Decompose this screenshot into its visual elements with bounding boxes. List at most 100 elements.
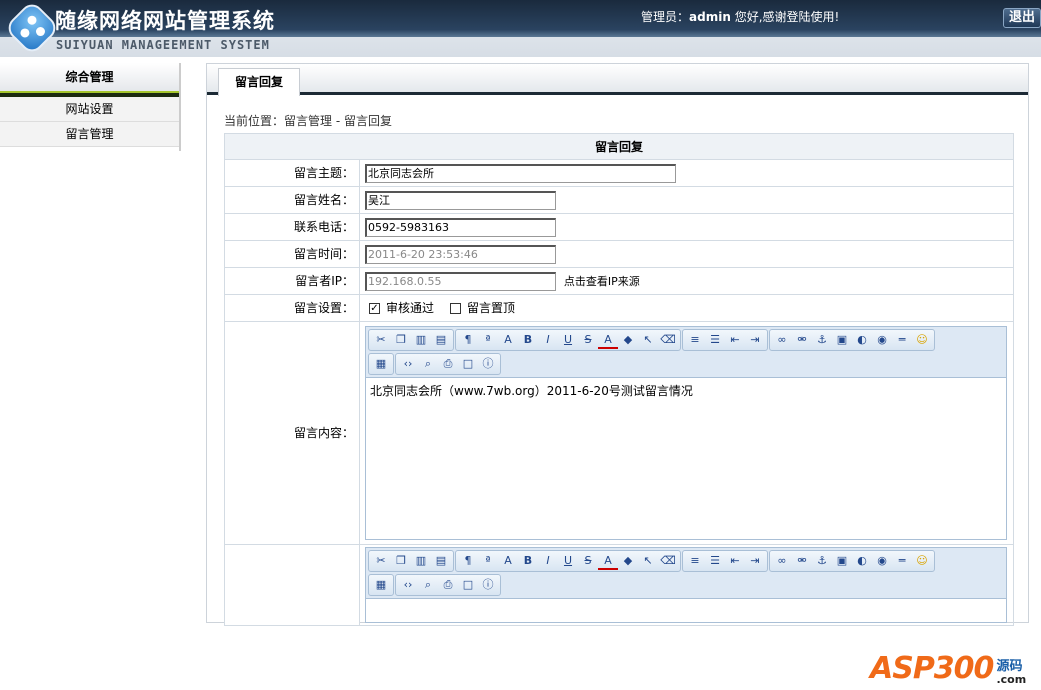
font-color-icon[interactable]: A xyxy=(598,331,618,349)
toolbar-group: ¶ ª A B I U S A ◆ ↖ ⌫ xyxy=(455,550,681,572)
table-icon[interactable]: ▦ xyxy=(371,576,391,594)
eraser-icon[interactable]: ⌫ xyxy=(658,331,678,349)
link-icon[interactable]: ∞ xyxy=(772,552,792,570)
preview-icon[interactable]: ⌕ xyxy=(418,576,438,594)
horizontal-rule-icon[interactable]: ═ xyxy=(892,331,912,349)
unlink-icon[interactable]: ⚮ xyxy=(792,552,812,570)
ip-lookup-link[interactable]: 点击查看IP来源 xyxy=(564,275,640,288)
outdent-icon[interactable]: ⇤ xyxy=(725,331,745,349)
source-icon[interactable]: ‹› xyxy=(398,576,418,594)
fullscreen-icon[interactable]: □ xyxy=(458,576,478,594)
italic-icon[interactable]: I xyxy=(538,552,558,570)
approved-checkbox[interactable]: ✓ xyxy=(369,303,380,314)
toolbar-group: ✂ ❐ ▥ ▤ xyxy=(368,550,454,572)
anchor-icon[interactable]: ⚓ xyxy=(812,331,832,349)
table-icon[interactable]: ▦ xyxy=(371,355,391,373)
toolbar-group: ≡ ☰ ⇤ ⇥ xyxy=(682,550,768,572)
emoticon-icon[interactable]: ☺ xyxy=(912,331,932,349)
content-textarea[interactable]: 北京同志会所（www.7wb.org）2011-6-20号测试留言情况 xyxy=(366,377,1006,539)
unlink-icon[interactable]: ⚮ xyxy=(792,331,812,349)
strikethrough-icon[interactable]: S xyxy=(578,552,598,570)
paste-text-icon[interactable]: ▤ xyxy=(431,552,451,570)
preview-icon[interactable]: ⌕ xyxy=(418,355,438,373)
paste-icon[interactable]: ▥ xyxy=(411,331,431,349)
editor-toolbar: ✂ ❐ ▥ ▤ ¶ ª A B I U S A ◆ ↖ ⌫ ≡ ☰ ⇤ ⇥ ∞ ⚮ ⚓ ▣ ◐ ◉ ═ ☺ ▦ ‹› ⌕ ⎙ □ ⓘ xyxy=(366,548,1006,598)
underline-icon[interactable]: U xyxy=(558,552,578,570)
highlight-icon[interactable]: ◆ xyxy=(618,331,638,349)
paste-text-icon[interactable]: ▤ xyxy=(431,331,451,349)
name-input[interactable]: 吴江 xyxy=(365,190,556,210)
breadcrumb: 当前位置：留言管理 - 留言回复 xyxy=(224,114,392,128)
copy-icon[interactable]: ❐ xyxy=(391,552,411,570)
main-panel: 留言回复 当前位置：留言管理 - 留言回复 留言回复 留言主题： 北京同志会所 留… xyxy=(206,63,1029,626)
pinned-checkbox[interactable] xyxy=(450,303,462,314)
font-name-icon[interactable]: ª xyxy=(478,552,498,570)
about-icon[interactable]: ⓘ xyxy=(478,576,498,594)
phone-input[interactable]: 0592-5983163 xyxy=(365,217,556,237)
app-subtitle: SUIYUAN MANAGEEMENT SYSTEM xyxy=(56,38,270,52)
time-input[interactable]: 2011-6-20 23:53:46 xyxy=(365,244,556,264)
header: 随缘网络网站管理系统 SUIYUAN MANAGEEMENT SYSTEM 管理… xyxy=(0,0,1041,57)
print-icon[interactable]: ⎙ xyxy=(438,355,458,373)
toolbar-group: ¶ ª A B I U S A ◆ ↖ ⌫ xyxy=(455,329,681,351)
align-icon[interactable]: ≡ xyxy=(685,331,705,349)
tab-message-reply[interactable]: 留言回复 xyxy=(218,68,300,96)
underline-icon[interactable]: U xyxy=(558,331,578,349)
link-icon[interactable]: ∞ xyxy=(772,331,792,349)
toolbar-group: ≡ ☰ ⇤ ⇥ xyxy=(682,329,768,351)
emoticon-icon[interactable]: ☺ xyxy=(912,552,932,570)
ip-input[interactable]: 192.168.0.55 xyxy=(365,271,556,291)
select-icon[interactable]: ↖ xyxy=(638,331,658,349)
fullscreen-icon[interactable]: □ xyxy=(458,355,478,373)
brand-cn: 源码 xyxy=(996,659,1023,674)
flash-icon[interactable]: ◐ xyxy=(852,552,872,570)
cut-icon[interactable]: ✂ xyxy=(371,552,391,570)
image-icon[interactable]: ▣ xyxy=(832,331,852,349)
media-icon[interactable]: ◉ xyxy=(872,331,892,349)
copy-icon[interactable]: ❐ xyxy=(391,331,411,349)
select-icon[interactable]: ↖ xyxy=(638,552,658,570)
sidebar-item-messages[interactable]: 留言管理 xyxy=(0,122,179,147)
eraser-icon[interactable]: ⌫ xyxy=(658,552,678,570)
image-icon[interactable]: ▣ xyxy=(832,552,852,570)
highlight-icon[interactable]: ◆ xyxy=(618,552,638,570)
align-icon[interactable]: ≡ xyxy=(685,552,705,570)
font-size-icon[interactable]: A xyxy=(498,331,518,349)
indent-icon[interactable]: ⇥ xyxy=(745,552,765,570)
form-heading: 留言回复 xyxy=(224,133,1014,160)
about-icon[interactable]: ⓘ xyxy=(478,355,498,373)
paste-icon[interactable]: ▥ xyxy=(411,552,431,570)
ip-label: 留言者IP： xyxy=(224,267,360,295)
cut-icon[interactable]: ✂ xyxy=(371,331,391,349)
strikethrough-icon[interactable]: S xyxy=(578,331,598,349)
font-size-icon[interactable]: A xyxy=(498,552,518,570)
horizontal-rule-icon[interactable]: ═ xyxy=(892,552,912,570)
bold-icon[interactable]: B xyxy=(518,552,538,570)
bold-icon[interactable]: B xyxy=(518,331,538,349)
content-label: 留言内容： xyxy=(224,321,360,545)
list-icon[interactable]: ☰ xyxy=(705,552,725,570)
print-icon[interactable]: ⎙ xyxy=(438,576,458,594)
sidebar-item-site-settings[interactable]: 网站设置 xyxy=(0,97,179,122)
welcome-text: 管理员：admin 您好,感谢登陆使用! xyxy=(641,10,839,24)
paragraph-icon[interactable]: ¶ xyxy=(458,331,478,349)
paragraph-icon[interactable]: ¶ xyxy=(458,552,478,570)
italic-icon[interactable]: I xyxy=(538,331,558,349)
font-name-icon[interactable]: ª xyxy=(478,331,498,349)
media-icon[interactable]: ◉ xyxy=(872,552,892,570)
anchor-icon[interactable]: ⚓ xyxy=(812,552,832,570)
sidebar: 综合管理 网站设置 留言管理 xyxy=(0,63,181,151)
subject-input[interactable]: 北京同志会所 xyxy=(365,163,676,183)
source-icon[interactable]: ‹› xyxy=(398,355,418,373)
flash-icon[interactable]: ◐ xyxy=(852,331,872,349)
brand-domain: .com xyxy=(996,673,1027,686)
reply-form: 留言回复 留言主题： 北京同志会所 留言姓名： 吴江 联系电话： 0592-59831… xyxy=(224,133,1014,626)
indent-icon[interactable]: ⇥ xyxy=(745,331,765,349)
logout-button[interactable]: 退出 xyxy=(1003,8,1041,28)
sidebar-heading[interactable]: 综合管理 xyxy=(0,63,179,97)
outdent-icon[interactable]: ⇤ xyxy=(725,552,745,570)
reply-textarea[interactable] xyxy=(366,598,1006,622)
brand-side: 源码 .com xyxy=(996,660,1026,686)
list-icon[interactable]: ☰ xyxy=(705,331,725,349)
font-color-icon[interactable]: A xyxy=(598,552,618,570)
